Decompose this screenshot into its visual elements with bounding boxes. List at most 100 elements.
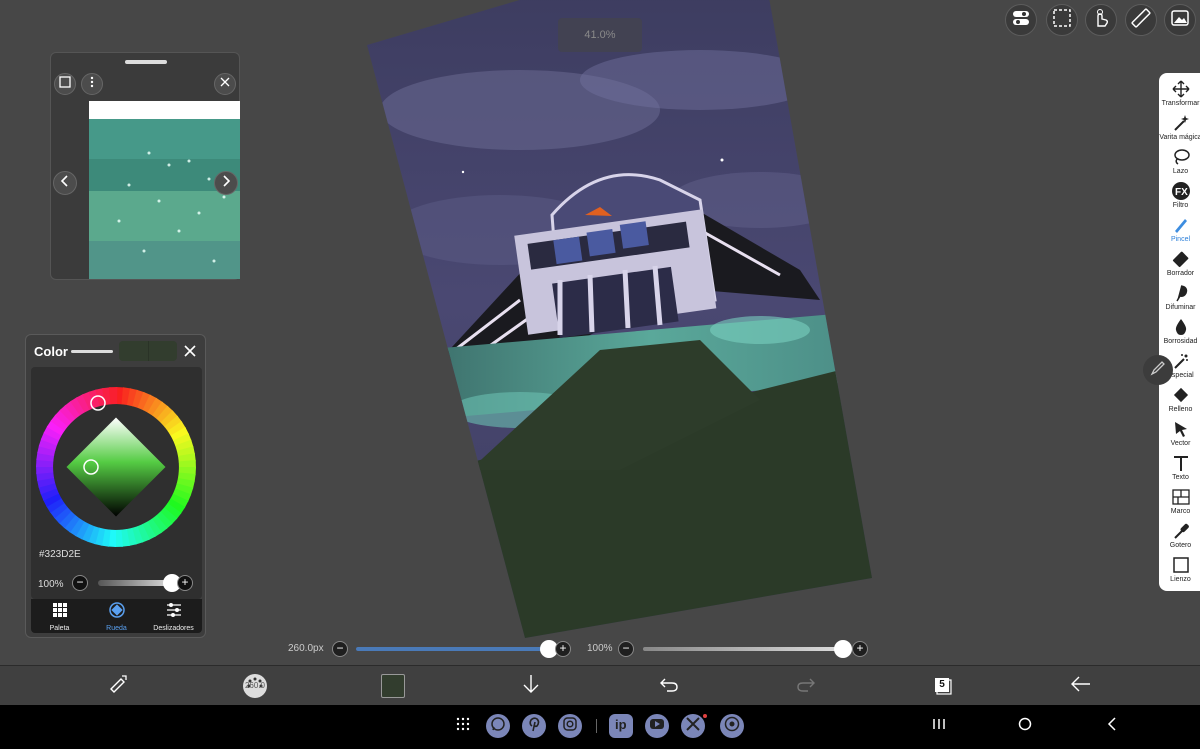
reference-close-button[interactable] xyxy=(214,73,236,95)
redo-icon xyxy=(796,674,816,699)
current-color-swatch[interactable] xyxy=(119,341,149,361)
instagram-app-button[interactable] xyxy=(558,714,582,738)
previous-color-swatch[interactable] xyxy=(148,341,177,361)
brush-eraser-swap-icon xyxy=(107,673,129,700)
brush-size-label: 260.0px xyxy=(288,643,324,654)
youtube-icon xyxy=(649,716,665,737)
tab-wheel-label: Rueda xyxy=(106,625,127,632)
whatsapp-app-button[interactable] xyxy=(486,714,510,738)
ruler-icon xyxy=(1131,7,1151,33)
tab-palette[interactable]: Paleta xyxy=(31,602,88,632)
color-opacity-increase-button[interactable]: + xyxy=(177,575,193,591)
tool-label: Varita mágica xyxy=(1159,134,1200,141)
tool-label: Difuminar xyxy=(1165,304,1196,311)
brush-size-increase-button[interactable]: + xyxy=(555,641,571,657)
tool-difuminar[interactable]: Difuminar xyxy=(1159,283,1200,317)
undo-button[interactable] xyxy=(656,673,682,699)
tool-lazo[interactable]: Lazo xyxy=(1159,147,1200,181)
brush-size-decrease-button[interactable]: − xyxy=(332,641,348,657)
brush-opacity-knob[interactable] xyxy=(834,640,852,658)
magic-wand-icon xyxy=(1170,113,1192,133)
brush-opacity-slider[interactable] xyxy=(643,640,852,658)
ruler-button[interactable] xyxy=(1125,4,1157,36)
color-swatch-pair[interactable] xyxy=(119,341,177,361)
layers-button[interactable]: 5 xyxy=(930,673,956,699)
brush-size-icon: 260.0 xyxy=(241,672,269,700)
youtube-app-button[interactable] xyxy=(645,714,669,738)
x-app-button[interactable] xyxy=(681,714,705,738)
tool-borrosidad[interactable]: Borrosidad xyxy=(1159,317,1200,351)
brush-size-badge: 260.0 xyxy=(244,681,266,690)
move-icon xyxy=(1170,79,1192,99)
reference-window[interactable] xyxy=(50,52,240,280)
tool-label: Vector xyxy=(1170,440,1191,447)
reference-drag-handle[interactable] xyxy=(125,60,167,64)
color-picker-area: #323D2E xyxy=(31,367,202,599)
square-icon xyxy=(59,75,71,93)
color-panel-drag-handle[interactable] xyxy=(71,350,113,353)
instagram-icon xyxy=(562,716,578,737)
color-panel[interactable]: Color #323D2E 100% − + Paleta Rueda Desl… xyxy=(25,334,206,638)
image-icon xyxy=(1170,8,1190,33)
toggle-settings-button[interactable] xyxy=(1005,4,1037,36)
pencil-icon xyxy=(1150,360,1166,381)
pinterest-app-button[interactable] xyxy=(522,714,546,738)
tool-transformar[interactable]: Transformar xyxy=(1159,79,1200,113)
brush-opacity-label: 100% xyxy=(587,643,613,654)
artwork-group xyxy=(367,0,872,638)
redo-button[interactable] xyxy=(793,673,819,699)
reference-next-button[interactable] xyxy=(214,171,238,195)
tool-marco[interactable]: Marco xyxy=(1159,487,1200,521)
tool-label: Filtro xyxy=(1172,202,1189,209)
tab-sliders-label: Deslizadores xyxy=(153,625,194,632)
tool-label: Lienzo xyxy=(1170,576,1191,583)
color-panel-close-button[interactable] xyxy=(182,343,198,359)
canvas-icon xyxy=(1170,555,1192,575)
tool-label: Pincel xyxy=(1170,236,1191,243)
side-panel-handle[interactable] xyxy=(1143,355,1173,385)
tool-texto[interactable]: Texto xyxy=(1159,453,1200,487)
brush-opacity-decrease-button[interactable]: − xyxy=(618,641,634,657)
reference-fit-button[interactable] xyxy=(54,73,76,95)
reference-prev-button[interactable] xyxy=(53,171,77,195)
tab-sliders[interactable]: Deslizadores xyxy=(145,602,202,632)
back-button[interactable] xyxy=(1068,673,1094,699)
reference-image-button[interactable] xyxy=(1164,4,1196,36)
fx-icon: FX xyxy=(1170,181,1192,201)
color-opacity-slider[interactable] xyxy=(98,574,181,592)
tool-lienzo[interactable]: Lienzo xyxy=(1159,555,1200,589)
tool-borrador[interactable]: Borrador xyxy=(1159,249,1200,283)
tool-relleno[interactable]: Relleno xyxy=(1159,385,1200,419)
tool-gotero[interactable]: Gotero xyxy=(1159,521,1200,555)
download-button[interactable] xyxy=(518,673,544,699)
tool-filtro[interactable]: FX Filtro xyxy=(1159,181,1200,215)
tool-varita-mágica[interactable]: Varita mágica xyxy=(1159,113,1200,147)
close-icon xyxy=(182,345,198,363)
tool-vector[interactable]: Vector xyxy=(1159,419,1200,453)
tool-pincel[interactable]: Pincel xyxy=(1159,215,1200,249)
close-icon xyxy=(219,75,231,93)
toggle-settings-icon xyxy=(1011,8,1031,33)
color-wheel[interactable] xyxy=(31,367,202,547)
chrome-app-button[interactable] xyxy=(720,714,744,738)
tab-wheel[interactable]: Rueda xyxy=(88,602,145,632)
tool-palette: Transformar Varita mágica Lazo FX Filtro Pinc… xyxy=(1159,73,1200,591)
brush-size-slider[interactable] xyxy=(356,640,559,658)
reference-menu-button[interactable] xyxy=(81,73,103,95)
selection-button[interactable] xyxy=(1046,4,1078,36)
brush-opacity-increase-button[interactable]: + xyxy=(852,641,868,657)
ibispaint-app-button[interactable]: ip xyxy=(609,714,633,738)
current-color-indicator xyxy=(381,674,405,698)
app-drawer-button[interactable] xyxy=(451,714,475,738)
touch-gesture-button[interactable] xyxy=(1085,4,1117,36)
recent-apps-button[interactable] xyxy=(927,714,951,738)
quick-tool-button[interactable] xyxy=(105,673,131,699)
brush-settings-button[interactable]: 260.0 xyxy=(240,673,270,699)
app-grid-icon xyxy=(456,717,470,736)
layers-icon: 5 xyxy=(932,675,954,697)
current-color-button[interactable] xyxy=(380,673,406,699)
zoom-readout: 41.0% xyxy=(558,18,642,52)
home-button[interactable] xyxy=(1013,714,1037,738)
color-opacity-decrease-button[interactable]: − xyxy=(72,575,88,591)
system-back-button[interactable] xyxy=(1100,714,1124,738)
